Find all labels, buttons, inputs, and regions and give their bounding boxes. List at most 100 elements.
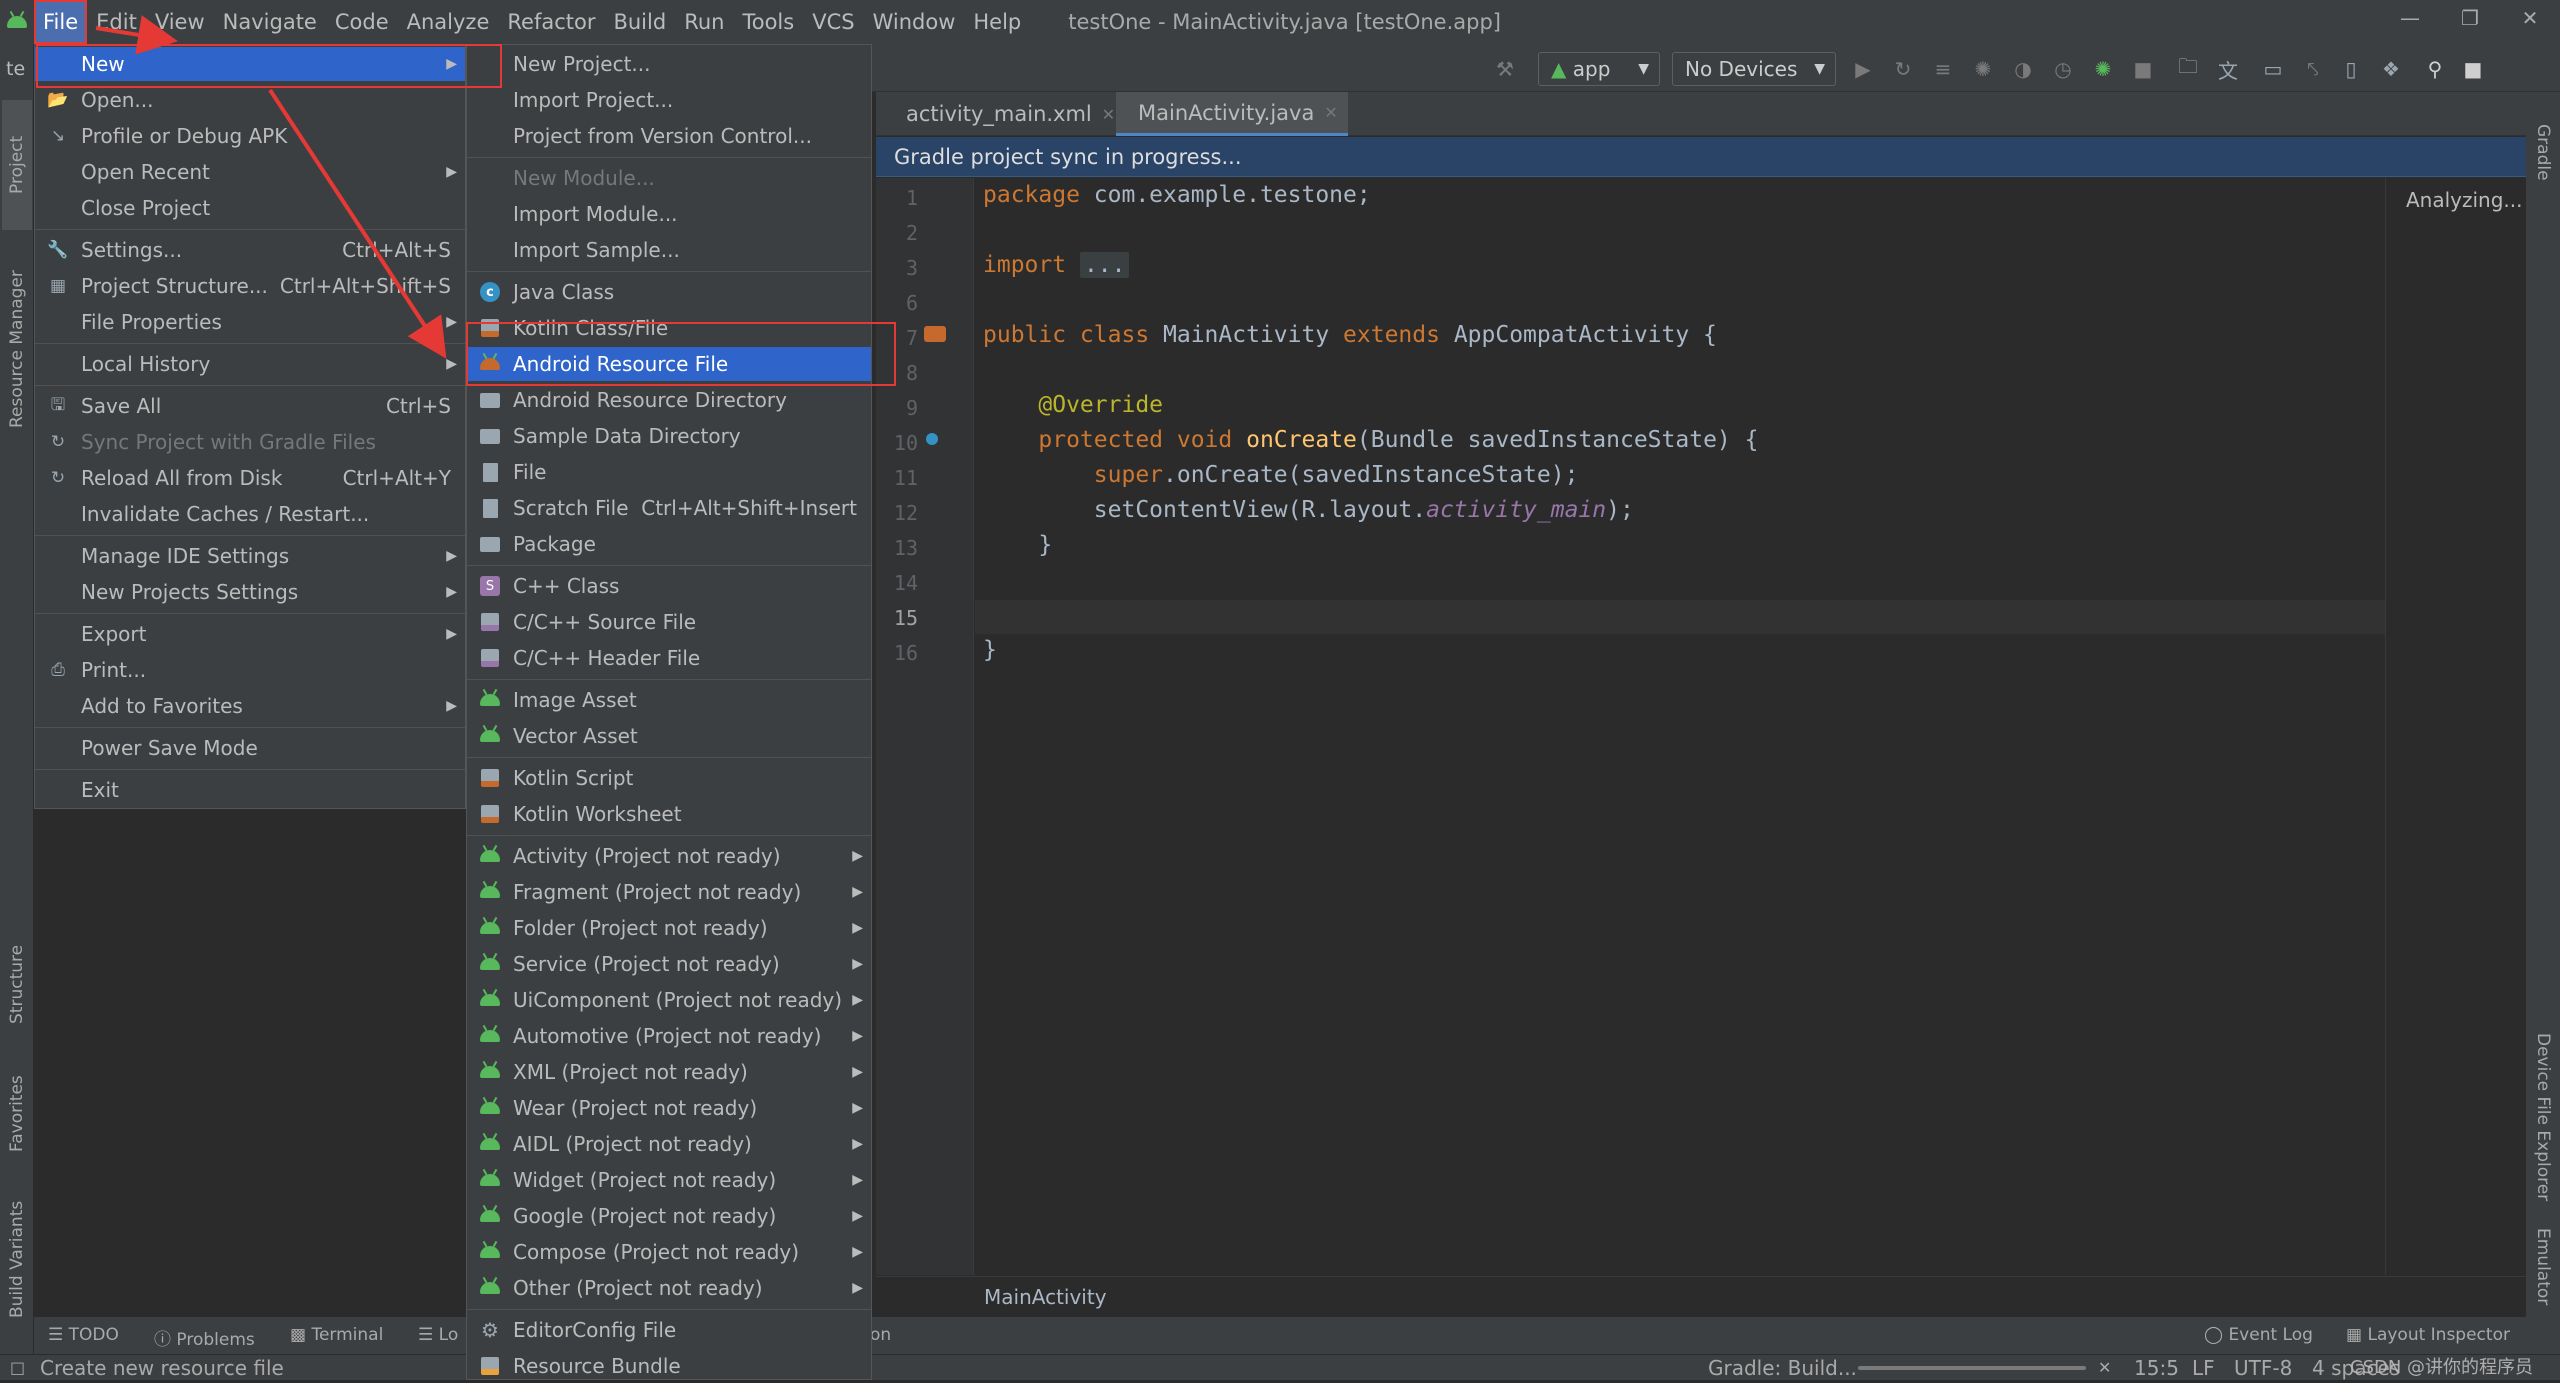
new-menu-item-import-sample[interactable]: Import Sample... [467,233,871,267]
gradle-build-status[interactable]: Gradle: Build... [1708,1355,1857,1381]
menu-help[interactable]: Help [964,0,1030,44]
new-menu-item-java-class[interactable]: c Java Class [467,275,871,309]
translate-icon[interactable]: 文 [2215,56,2241,83]
sdk-manager-icon[interactable]: ⤣ [2300,56,2326,82]
code-line[interactable]: @Override [983,392,1163,418]
tool-tab-partial[interactable]: on [870,1325,891,1345]
attach-debugger-icon[interactable]: ✺ [2090,56,2116,82]
file-menu-item-settings[interactable]: 🔧 Settings... Ctrl+Alt+S [35,233,465,267]
menu-code[interactable]: Code [326,0,398,44]
new-menu-item-uicomponent-project-not-ready[interactable]: UiComponent (Project not ready) ▶ [467,983,871,1017]
tool-tab-logcat[interactable]: ☰ Lo [418,1325,458,1345]
menu-edit[interactable]: Edit [87,0,146,44]
apply-changes-icon[interactable]: ↻ [1890,56,1916,82]
code-line[interactable]: } [983,637,997,663]
file-menu-item-new-projects-settings[interactable]: New Projects Settings ▶ [35,575,465,609]
new-menu-item-import-project[interactable]: Import Project... [467,83,871,117]
menu-window[interactable]: Window [864,0,965,44]
account-icon[interactable]: ■ [2460,56,2486,82]
new-menu-item-automotive-project-not-ready[interactable]: Automotive (Project not ready) ▶ [467,1019,871,1053]
new-menu-item-file[interactable]: File [467,455,871,489]
new-menu-item-aidl-project-not-ready[interactable]: AIDL (Project not ready) ▶ [467,1127,871,1161]
menu-vcs[interactable]: VCS [803,0,863,44]
run-config-dropdown[interactable]: ▲ app ▼ [1538,52,1660,86]
tool-tab-problems[interactable]: ⓘ Problems [154,1325,255,1350]
device-manager-icon[interactable]: ▭ [2260,56,2286,82]
status-toggle-icon[interactable]: □ [10,1355,25,1381]
run-icon[interactable]: ▶ [1850,56,1876,82]
profile-icon[interactable]: ◷ [2050,56,2076,82]
new-menu-item-scratch-file[interactable]: Scratch File Ctrl+Alt+Shift+Insert [467,491,871,525]
search-icon[interactable]: ⚲ [2422,56,2448,82]
code-line[interactable]: public class MainActivity extends AppCom… [983,322,1717,348]
tool-tab-resource-manager[interactable]: Resource Manager [2,254,32,444]
menu-navigate[interactable]: Navigate [214,0,326,44]
new-menu-item-xml-project-not-ready[interactable]: XML (Project not ready) ▶ [467,1055,871,1089]
new-menu-item-service-project-not-ready[interactable]: Service (Project not ready) ▶ [467,947,871,981]
file-menu-item-reload-all-from-disk[interactable]: ↻ Reload All from Disk Ctrl+Alt+Y [35,461,465,495]
device-dropdown[interactable]: No Devices ▼ [1672,52,1836,86]
file-menu-item-export[interactable]: Export ▶ [35,617,465,651]
new-menu-item-c-c-header-file[interactable]: C/C++ Header File [467,641,871,675]
line-separator[interactable]: LF [2192,1355,2215,1381]
new-menu-item-new-project[interactable]: New Project... [467,47,871,81]
code-line[interactable]: import ... [983,252,1130,278]
file-menu-item-open[interactable]: 📂 Open... [35,83,465,117]
file-menu-item-sync-project-with-gradle-files[interactable]: ↻ Sync Project with Gradle Files [35,425,465,459]
new-menu-item-kotlin-class-file[interactable]: Kotlin Class/File [467,311,871,345]
sync-project-icon[interactable]: 🗀 [2175,54,2201,82]
file-menu-item-invalidate-caches-restart[interactable]: Invalidate Caches / Restart... [35,497,465,531]
new-menu-item-new-module[interactable]: New Module... [467,161,871,195]
file-menu-item-close-project[interactable]: Close Project [35,191,465,225]
new-menu-item-compose-project-not-ready[interactable]: Compose (Project not ready) ▶ [467,1235,871,1269]
coverage-icon[interactable]: ◑ [2010,56,2036,82]
menu-build[interactable]: Build [604,0,675,44]
hammer-icon[interactable]: ⚒ [1492,56,1518,82]
tool-tab-gradle[interactable]: Gradle [2528,102,2558,202]
new-menu-item-package[interactable]: Package [467,527,871,561]
code-line[interactable]: setContentView(R.layout.activity_main); [983,497,1634,523]
menu-file[interactable]: File [34,0,88,44]
cancel-icon[interactable]: ✕ [2098,1355,2111,1381]
close-tab-icon[interactable]: ✕ [1102,105,1115,124]
tab-mainactivity-java[interactable]: MainActivity.java ✕ [1116,92,1348,136]
file-menu-item-new[interactable]: New ▶ [35,47,465,81]
tool-tab-layout-inspector[interactable]: ▦ Layout Inspector [2346,1325,2510,1345]
tool-tab-emulator[interactable]: Emulator [2528,1192,2558,1342]
close-icon[interactable]: ✕ [2500,0,2560,36]
file-encoding[interactable]: UTF-8 [2234,1355,2292,1381]
file-menu-item-local-history[interactable]: Local History ▶ [35,347,465,381]
android-run-gutter-icon[interactable] [924,326,946,342]
file-menu-item-save-all[interactable]: 🖫 Save All Ctrl+S [35,389,465,423]
tool-tab-favorites[interactable]: Favorites [2,1054,32,1174]
new-menu-item-import-module[interactable]: Import Module... [467,197,871,231]
restore-icon[interactable]: ❐ [2440,0,2500,36]
menu-tools[interactable]: Tools [733,0,803,44]
stop-icon[interactable]: ■ [2130,56,2156,82]
new-menu-item-image-asset[interactable]: Image Asset [467,683,871,717]
tool-tab-terminal[interactable]: ▩ Terminal [290,1325,383,1345]
new-menu-item-kotlin-worksheet[interactable]: Kotlin Worksheet [467,797,871,831]
code-line[interactable]: package com.example.testone; [983,182,1371,208]
file-menu-item-add-to-favorites[interactable]: Add to Favorites ▶ [35,689,465,723]
file-menu-item-print[interactable]: ⎙ Print... [35,653,465,687]
tool-tab-event-log[interactable]: ◯ Event Log [2204,1325,2313,1345]
override-gutter-icon[interactable] [926,433,938,445]
new-menu-item-project-from-version-control[interactable]: Project from Version Control... [467,119,871,153]
code-line[interactable]: super.onCreate(savedInstanceState); [983,462,1579,488]
code-editor[interactable]: package com.example.testone; import ... pu… [975,178,2385,1275]
new-menu-item-kotlin-script[interactable]: Kotlin Script [467,761,871,795]
new-menu-item-android-resource-file[interactable]: Android Resource File [467,347,871,381]
debug-icon[interactable]: ✺ [1970,56,1996,82]
new-menu-item-c-class[interactable]: S C++ Class [467,569,871,603]
tool-tab-todo[interactable]: ☰ TODO [48,1325,119,1345]
menu-run[interactable]: Run [675,0,733,44]
new-menu-item-other-project-not-ready[interactable]: Other (Project not ready) ▶ [467,1271,871,1305]
new-menu-item-wear-project-not-ready[interactable]: Wear (Project not ready) ▶ [467,1091,871,1125]
file-menu-item-open-recent[interactable]: Open Recent ▶ [35,155,465,189]
file-menu-item-power-save-mode[interactable]: Power Save Mode [35,731,465,765]
new-menu-item-folder-project-not-ready[interactable]: Folder (Project not ready) ▶ [467,911,871,945]
menu-refactor[interactable]: Refactor [498,0,604,44]
new-menu-item-c-c-source-file[interactable]: C/C++ Source File [467,605,871,639]
caret-position[interactable]: 15:5 [2134,1355,2179,1381]
